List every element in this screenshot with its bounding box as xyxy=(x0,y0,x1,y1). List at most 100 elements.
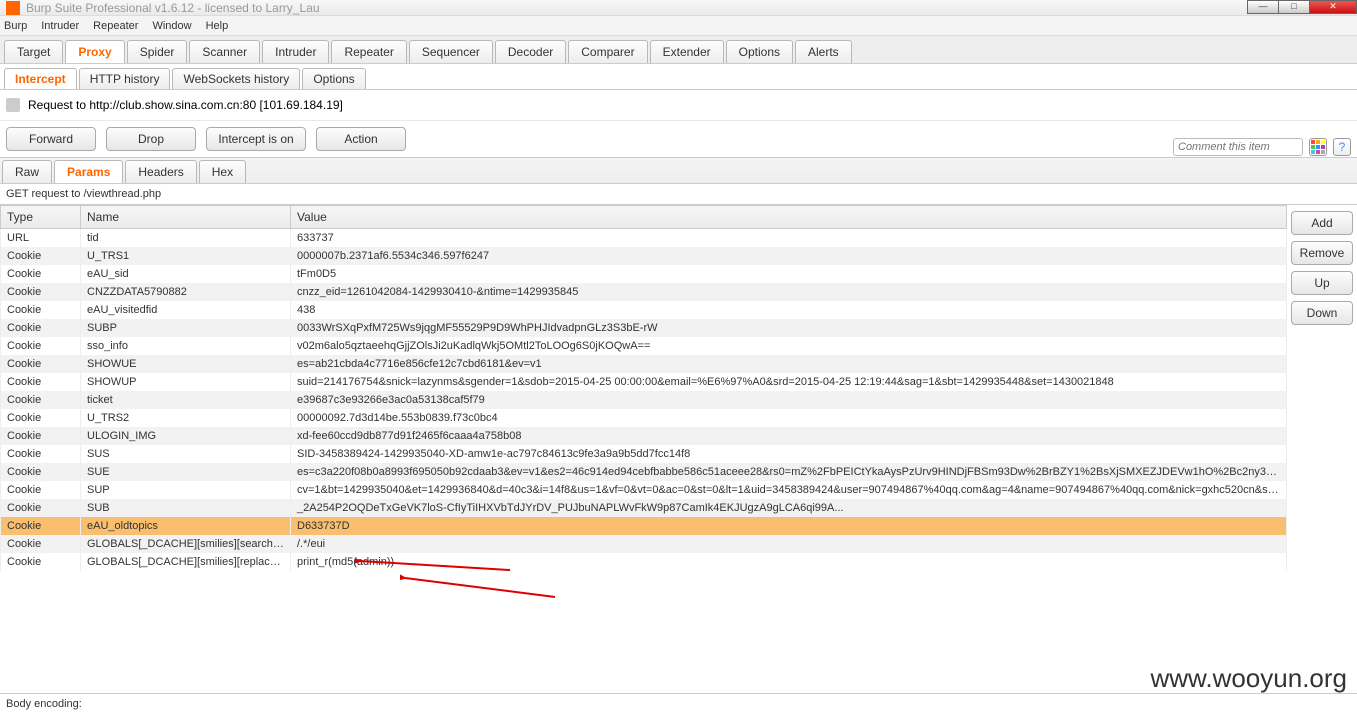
cell: _2A254P2OQDeTxGeVK7loS-CfIyTiIHXVbTdJYrD… xyxy=(291,499,1287,517)
viewtab-raw[interactable]: Raw xyxy=(2,160,52,183)
table-row[interactable]: CookieU_TRS10000007b.2371af6.5534c346.59… xyxy=(1,247,1287,265)
tab-target[interactable]: Target xyxy=(4,40,63,63)
table-row[interactable]: CookieCNZZDATA5790882cnzz_eid=1261042084… xyxy=(1,283,1287,301)
remove-button[interactable]: Remove xyxy=(1291,241,1353,265)
add-button[interactable]: Add xyxy=(1291,211,1353,235)
menu-intruder[interactable]: Intruder xyxy=(41,20,79,32)
highlight-color-button[interactable] xyxy=(1309,138,1327,156)
tab-alerts[interactable]: Alerts xyxy=(795,40,852,63)
cell: SHOWUE xyxy=(81,355,291,373)
cell: D633737D xyxy=(291,517,1287,535)
drop-button[interactable]: Drop xyxy=(106,127,196,151)
subtab-intercept[interactable]: Intercept xyxy=(4,68,77,89)
table-row[interactable]: CookieeAU_oldtopicsD633737D xyxy=(1,517,1287,535)
table-row[interactable]: CookieSUEes=c3a220f08b0a8993f695050b92cd… xyxy=(1,463,1287,481)
comment-input[interactable] xyxy=(1173,138,1303,156)
table-header-row: TypeNameValue xyxy=(1,206,1287,229)
cell: SHOWUP xyxy=(81,373,291,391)
close-button[interactable]: ✕ xyxy=(1309,0,1357,14)
subtab-websockets-history[interactable]: WebSockets history xyxy=(172,68,300,89)
action-row: Forward Drop Intercept is on Action xyxy=(0,121,1357,157)
help-button[interactable]: ? xyxy=(1333,138,1351,156)
table-row[interactable]: CookieGLOBALS[_DCACHE][smilies][replacea… xyxy=(1,553,1287,571)
tab-scanner[interactable]: Scanner xyxy=(189,40,260,63)
cell: Cookie xyxy=(1,427,81,445)
tab-proxy[interactable]: Proxy xyxy=(65,40,124,63)
subtab-http-history[interactable]: HTTP history xyxy=(79,68,171,89)
cell: U_TRS2 xyxy=(81,409,291,427)
col-value[interactable]: Value xyxy=(291,206,1287,229)
params-grid[interactable]: TypeNameValue URLtid633737CookieU_TRS100… xyxy=(0,205,1287,674)
table-body: URLtid633737CookieU_TRS10000007b.2371af6… xyxy=(1,229,1287,571)
viewtab-headers[interactable]: Headers xyxy=(125,160,196,183)
view-tabs: RawParamsHeadersHex xyxy=(0,157,1357,184)
cell: Cookie xyxy=(1,319,81,337)
down-button[interactable]: Down xyxy=(1291,301,1353,325)
tab-intruder[interactable]: Intruder xyxy=(262,40,329,63)
up-button[interactable]: Up xyxy=(1291,271,1353,295)
table-row[interactable]: URLtid633737 xyxy=(1,229,1287,247)
viewtab-hex[interactable]: Hex xyxy=(199,160,246,183)
cell: Cookie xyxy=(1,391,81,409)
table-row[interactable]: Cookiesso_infov02m6alo5qztaeehqGjjZOlsJi… xyxy=(1,337,1287,355)
cell: U_TRS1 xyxy=(81,247,291,265)
app-icon xyxy=(6,1,20,15)
subtab-options[interactable]: Options xyxy=(302,68,365,89)
table-row[interactable]: Cookietickete39687c3e93266e3ac0a53138caf… xyxy=(1,391,1287,409)
tab-options[interactable]: Options xyxy=(726,40,793,63)
cell: SUE xyxy=(81,463,291,481)
tab-repeater[interactable]: Repeater xyxy=(331,40,406,63)
cell: ticket xyxy=(81,391,291,409)
tab-comparer[interactable]: Comparer xyxy=(568,40,647,63)
table-row[interactable]: CookieSUPcv=1&bt=1429935040&et=142993684… xyxy=(1,481,1287,499)
cell: eAU_visitedfid xyxy=(81,301,291,319)
table-row[interactable]: CookieULOGIN_IMGxd-fee60ccd9db877d91f246… xyxy=(1,427,1287,445)
cell: Cookie xyxy=(1,445,81,463)
table-row[interactable]: CookieeAU_visitedfid438 xyxy=(1,301,1287,319)
tab-sequencer[interactable]: Sequencer xyxy=(409,40,493,63)
cell: es=c3a220f08b0a8993f695050b92cdaab3&ev=v… xyxy=(291,463,1287,481)
cell: Cookie xyxy=(1,301,81,319)
tab-spider[interactable]: Spider xyxy=(127,40,188,63)
cell: tid xyxy=(81,229,291,247)
cell: GLOBALS[_DCACHE][smilies][replacearr... xyxy=(81,553,291,571)
params-table: TypeNameValue URLtid633737CookieU_TRS100… xyxy=(0,205,1287,571)
minimize-button[interactable]: — xyxy=(1247,0,1279,14)
table-row[interactable]: CookieeAU_sidtFm0D5 xyxy=(1,265,1287,283)
maximize-button[interactable]: □ xyxy=(1278,0,1310,14)
cell: Cookie xyxy=(1,355,81,373)
edit-icon[interactable] xyxy=(6,98,20,112)
table-row[interactable]: CookieGLOBALS[_DCACHE][smilies][searchar… xyxy=(1,535,1287,553)
menu-help[interactable]: Help xyxy=(206,20,229,32)
cell: Cookie xyxy=(1,283,81,301)
menu-burp[interactable]: Burp xyxy=(4,20,27,32)
request-info-row: Request to http://club.show.sina.com.cn:… xyxy=(0,90,1357,121)
cell: SUP xyxy=(81,481,291,499)
table-row[interactable]: CookieSHOWUEes=ab21cbda4c7716e856cfe12c7… xyxy=(1,355,1287,373)
cell: 438 xyxy=(291,301,1287,319)
tab-extender[interactable]: Extender xyxy=(650,40,724,63)
intercept-toggle-button[interactable]: Intercept is on xyxy=(206,127,306,151)
table-row[interactable]: CookieU_TRS200000092.7d3d14be.553b0839.f… xyxy=(1,409,1287,427)
main-tabs: TargetProxySpiderScannerIntruderRepeater… xyxy=(0,36,1357,64)
forward-button[interactable]: Forward xyxy=(6,127,96,151)
window-title: Burp Suite Professional v1.6.12 - licens… xyxy=(26,1,320,15)
cell: SUBP xyxy=(81,319,291,337)
menu-window[interactable]: Window xyxy=(152,20,191,32)
cell: CNZZDATA5790882 xyxy=(81,283,291,301)
menu-repeater[interactable]: Repeater xyxy=(93,20,138,32)
col-name[interactable]: Name xyxy=(81,206,291,229)
cell: eAU_oldtopics xyxy=(81,517,291,535)
table-row[interactable]: CookieSHOWUPsuid=214176754&snick=lazynms… xyxy=(1,373,1287,391)
cell: e39687c3e93266e3ac0a53138caf5f79 xyxy=(291,391,1287,409)
action-button[interactable]: Action xyxy=(316,127,406,151)
titlebar: Burp Suite Professional v1.6.12 - licens… xyxy=(0,0,1357,16)
viewtab-params[interactable]: Params xyxy=(54,160,123,183)
col-type[interactable]: Type xyxy=(1,206,81,229)
tab-decoder[interactable]: Decoder xyxy=(495,40,566,63)
side-buttons: Add Remove Up Down xyxy=(1287,205,1357,674)
cell: SUS xyxy=(81,445,291,463)
table-row[interactable]: CookieSUSSID-3458389424-1429935040-XD-am… xyxy=(1,445,1287,463)
table-row[interactable]: CookieSUBP0033WrSXqPxfM725Ws9jqgMF55529P… xyxy=(1,319,1287,337)
table-row[interactable]: CookieSUB_2A254P2OQDeTxGeVK7loS-CfIyTiIH… xyxy=(1,499,1287,517)
